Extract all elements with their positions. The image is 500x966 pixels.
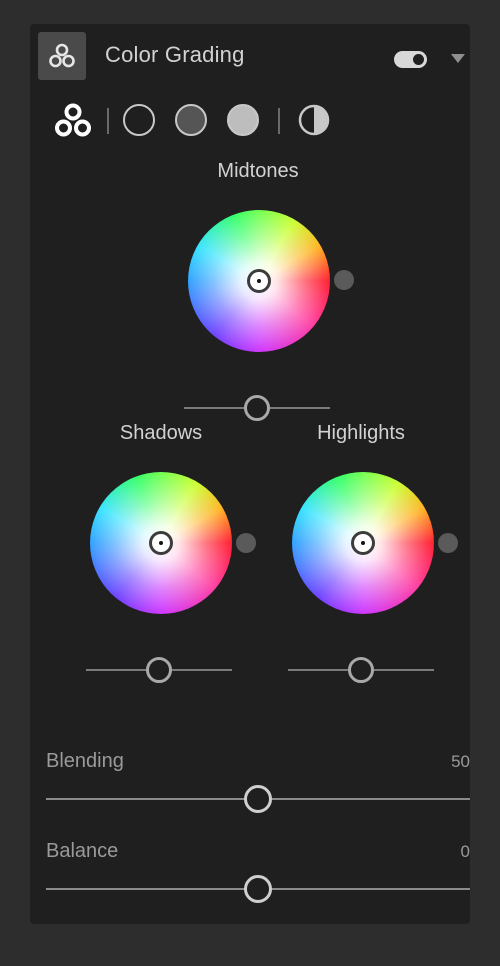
enable-toggle[interactable] xyxy=(394,51,427,68)
balance-slider-thumb[interactable] xyxy=(244,875,272,903)
mode-divider xyxy=(107,108,109,134)
color-grading-panel: Color Grading Midtones Shadows Highlight… xyxy=(30,24,470,924)
color-grading-icon[interactable] xyxy=(38,32,86,80)
panel-header[interactable]: Color Grading xyxy=(30,24,470,90)
three-circles-icon[interactable] xyxy=(54,102,92,140)
midtones-color-wheel[interactable] xyxy=(188,210,330,352)
highlights-wheel-handle[interactable] xyxy=(351,531,375,555)
view-mode-selector xyxy=(30,102,470,146)
highlights-luminance-thumb[interactable] xyxy=(348,657,374,683)
toggle-knob xyxy=(413,54,424,65)
shadows-color-wheel[interactable] xyxy=(90,472,232,614)
shadows-saturation-dot[interactable] xyxy=(236,533,256,553)
balance-value[interactable]: 0 xyxy=(410,842,470,862)
blending-slider-thumb[interactable] xyxy=(244,785,272,813)
midtones-wheel-handle[interactable] xyxy=(247,269,271,293)
highlights-mode-icon[interactable] xyxy=(227,104,259,136)
highlights-label: Highlights xyxy=(317,422,405,444)
panel-title: Color Grading xyxy=(105,42,245,67)
shadows-mode-icon[interactable] xyxy=(123,104,155,136)
balance-label: Balance xyxy=(46,840,119,862)
blending-label: Blending xyxy=(46,750,124,772)
mode-divider xyxy=(278,108,280,134)
midtones-mode-icon[interactable] xyxy=(175,104,207,136)
shadows-label: Shadows xyxy=(119,422,203,444)
blending-value[interactable]: 50 xyxy=(410,752,470,772)
highlights-saturation-dot[interactable] xyxy=(438,533,458,553)
midtones-label: Midtones xyxy=(217,160,299,182)
shadows-wheel-handle[interactable] xyxy=(149,531,173,555)
midtones-saturation-dot[interactable] xyxy=(334,270,354,290)
half-circle-icon[interactable] xyxy=(298,104,330,136)
highlights-color-wheel[interactable] xyxy=(292,472,434,614)
shadows-luminance-thumb[interactable] xyxy=(146,657,172,683)
midtones-luminance-thumb[interactable] xyxy=(244,395,270,421)
collapse-triangle-icon[interactable] xyxy=(451,54,465,63)
